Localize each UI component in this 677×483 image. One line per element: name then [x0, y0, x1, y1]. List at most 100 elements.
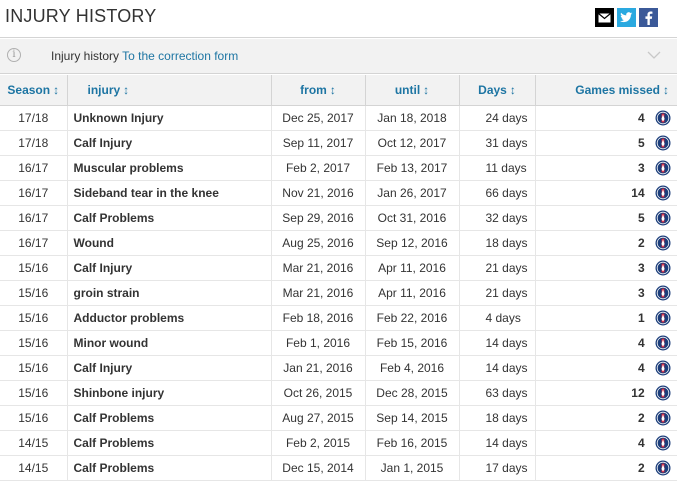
table-body: 17/18 Unknown Injury Dec 25, 2017 Jan 18… [0, 105, 677, 481]
season-cell: 14/15 [0, 430, 67, 456]
column-header-until[interactable]: until ↕ [364, 75, 459, 106]
club-crest-icon[interactable] [655, 410, 671, 426]
games-missed-cell: 2 [534, 405, 677, 431]
games-missed-value: 4 [637, 360, 645, 375]
games-missed-cell: 5 [534, 130, 677, 156]
club-crest-icon[interactable] [655, 285, 671, 301]
games-missed-cell: 12 [534, 380, 677, 406]
facebook-icon[interactable] [639, 8, 658, 27]
injury-cell: Adductor problems [66, 305, 271, 331]
club-crest-icon[interactable] [655, 385, 671, 401]
games-missed-cell: 3 [534, 280, 677, 306]
games-missed-value: 12 [631, 385, 645, 400]
games-missed-value: 3 [637, 285, 645, 300]
days-cell: 24 days [458, 105, 535, 131]
chevron-down-icon[interactable] [646, 47, 662, 68]
club-crest-icon[interactable] [655, 110, 671, 126]
season-cell: 15/16 [0, 280, 67, 306]
club-crest-icon[interactable] [655, 185, 671, 201]
from-date-cell: Aug 27, 2015 [270, 405, 365, 431]
days-cell: 14 days [458, 330, 535, 356]
info-text: Injury history To the correction form [51, 49, 238, 63]
days-cell: 14 days [458, 355, 535, 381]
from-date-cell: Mar 21, 2016 [270, 255, 365, 281]
table-row: 14/15 Calf Problems Feb 2, 2015 Feb 16, … [0, 430, 677, 456]
injury-cell: Calf Problems [66, 405, 271, 431]
table-row: 16/17 Sideband tear in the knee Nov 21, … [0, 180, 677, 206]
season-cell: 15/16 [0, 255, 67, 281]
season-cell: 14/15 [0, 455, 67, 481]
table-row: 15/16 groin strain Mar 21, 2016 Apr 11, … [0, 280, 677, 306]
injury-cell: Wound [66, 230, 271, 256]
season-cell: 16/17 [0, 155, 67, 181]
until-date-cell: Oct 31, 2016 [364, 205, 459, 231]
from-date-cell: Feb 2, 2017 [270, 155, 365, 181]
from-date-cell: Sep 11, 2017 [270, 130, 365, 156]
injury-cell: groin strain [66, 280, 271, 306]
days-cell: 11 days [458, 155, 535, 181]
from-date-cell: Feb 1, 2016 [270, 330, 365, 356]
until-date-cell: Apr 11, 2016 [364, 280, 459, 306]
club-crest-icon[interactable] [655, 335, 671, 351]
until-date-cell: Jan 1, 2015 [364, 455, 459, 481]
until-date-cell: Feb 13, 2017 [364, 155, 459, 181]
table-header-row: Season ↕ injury ↕ from ↕ until ↕ Days ↕ Games… [0, 75, 677, 106]
until-date-cell: Feb 15, 2016 [364, 330, 459, 356]
correction-form-link[interactable]: To the correction form [122, 49, 238, 63]
table-row: 15/16 Calf Problems Aug 27, 2015 Sep 14,… [0, 405, 677, 431]
column-header-season[interactable]: Season ↕ [0, 75, 67, 106]
club-crest-icon[interactable] [655, 210, 671, 226]
sort-icon: ↕ [509, 82, 516, 97]
injury-cell: Minor wound [66, 330, 271, 356]
until-date-cell: Jan 18, 2018 [364, 105, 459, 131]
sort-icon: ↕ [123, 82, 130, 97]
club-crest-icon[interactable] [655, 360, 671, 376]
info-icon: i [7, 48, 21, 62]
until-date-cell: Dec 28, 2015 [364, 380, 459, 406]
games-missed-cell: 14 [534, 180, 677, 206]
twitter-icon[interactable] [617, 8, 636, 27]
club-crest-icon[interactable] [655, 310, 671, 326]
table-row: 15/16 Adductor problems Feb 18, 2016 Feb… [0, 305, 677, 331]
from-date-cell: Aug 25, 2016 [270, 230, 365, 256]
injury-cell: Calf Injury [66, 130, 271, 156]
injury-cell: Calf Problems [66, 430, 271, 456]
club-crest-icon[interactable] [655, 160, 671, 176]
games-missed-cell: 4 [534, 355, 677, 381]
until-date-cell: Feb 4, 2016 [364, 355, 459, 381]
club-crest-icon[interactable] [655, 135, 671, 151]
column-header-from[interactable]: from ↕ [270, 75, 365, 106]
days-cell: 4 days [458, 305, 535, 331]
sort-icon: ↕ [329, 82, 336, 97]
mail-icon[interactable] [595, 8, 614, 27]
table-row: 17/18 Unknown Injury Dec 25, 2017 Jan 18… [0, 105, 677, 131]
table-row: 15/16 Calf Injury Jan 21, 2016 Feb 4, 20… [0, 355, 677, 381]
season-cell: 16/17 [0, 180, 67, 206]
club-crest-icon[interactable] [655, 260, 671, 276]
table-row: 16/17 Wound Aug 25, 2016 Sep 12, 2016 18… [0, 230, 677, 256]
injury-cell: Muscular problems [66, 155, 271, 181]
club-crest-icon[interactable] [655, 435, 671, 451]
column-header-games-missed[interactable]: Games missed ↕ [534, 75, 677, 106]
season-cell: 15/16 [0, 405, 67, 431]
injury-cell: Calf Problems [66, 455, 271, 481]
until-date-cell: Sep 14, 2015 [364, 405, 459, 431]
club-crest-icon[interactable] [655, 235, 671, 251]
until-date-cell: Jan 26, 2017 [364, 180, 459, 206]
days-cell: 21 days [458, 255, 535, 281]
season-cell: 15/16 [0, 305, 67, 331]
season-cell: 16/17 [0, 205, 67, 231]
club-crest-icon[interactable] [655, 460, 671, 476]
games-missed-cell: 1 [534, 305, 677, 331]
season-cell: 15/16 [0, 330, 67, 356]
games-missed-cell: 2 [534, 455, 677, 481]
column-header-injury[interactable]: injury ↕ [66, 75, 271, 106]
column-header-days[interactable]: Days ↕ [458, 75, 535, 106]
days-cell: 21 days [458, 280, 535, 306]
from-date-cell: Sep 29, 2016 [270, 205, 365, 231]
games-missed-value: 4 [637, 435, 645, 450]
injury-cell: Unknown Injury [66, 105, 271, 131]
season-cell: 17/18 [0, 105, 67, 131]
days-cell: 63 days [458, 380, 535, 406]
injury-cell: Calf Injury [66, 255, 271, 281]
